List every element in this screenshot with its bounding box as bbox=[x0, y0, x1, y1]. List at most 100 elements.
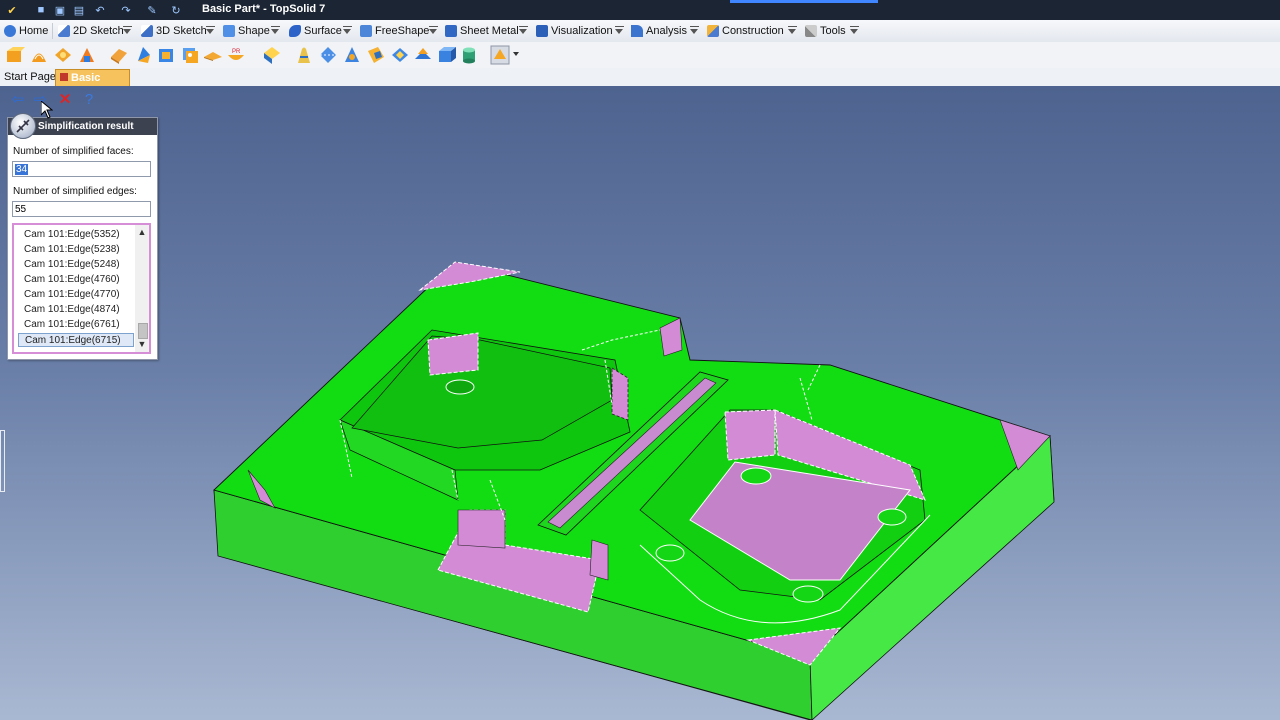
tools-icon bbox=[805, 25, 817, 37]
title-accent bbox=[730, 0, 878, 3]
menu-analysis-dropdown[interactable] bbox=[689, 26, 700, 36]
surface-icon bbox=[289, 25, 301, 37]
list-item[interactable]: Cam 101:Edge(5238) bbox=[18, 243, 134, 257]
edges-list[interactable]: Cam 101:Edge(5352) Cam 101:Edge(5238) Ca… bbox=[12, 223, 151, 354]
list-scrollbar[interactable]: ▲ ▼ bbox=[135, 225, 149, 352]
patch-surface-icon[interactable] bbox=[156, 45, 176, 65]
menu-construction-dropdown[interactable] bbox=[787, 26, 798, 36]
sew-surfaces-icon[interactable] bbox=[318, 45, 338, 65]
lofted-surface-icon[interactable] bbox=[77, 45, 97, 65]
menu-construction-label: Construction bbox=[722, 25, 784, 37]
sheet-metal-icon bbox=[445, 25, 457, 37]
untrim-surface-icon[interactable] bbox=[366, 45, 386, 65]
menu-freeshape-dropdown[interactable] bbox=[428, 26, 439, 36]
refresh-icon[interactable]: ↻ bbox=[168, 2, 184, 18]
tab-start-page[interactable]: Start Page bbox=[0, 69, 60, 86]
scroll-up-icon[interactable]: ▲ bbox=[137, 227, 147, 237]
list-item[interactable]: Cam 101:Edge(4760) bbox=[18, 273, 134, 287]
menu-sheet-metal[interactable]: Sheet Metal bbox=[443, 20, 519, 42]
surface-toolbar: PR bbox=[0, 42, 1280, 69]
menu-tools-dropdown[interactable] bbox=[849, 26, 860, 36]
edges-label: Number of simplified edges: bbox=[13, 186, 137, 197]
unfold-surface-icon[interactable]: PR bbox=[226, 45, 246, 65]
menu-surface[interactable]: Surface bbox=[287, 20, 342, 42]
tab-basic-part-icon bbox=[60, 73, 68, 81]
offset-surface-icon[interactable] bbox=[180, 45, 200, 65]
list-item[interactable]: Cam 101:Edge(5352) bbox=[18, 228, 134, 242]
undo-icon[interactable]: ↶ bbox=[92, 2, 108, 18]
box-surface-icon[interactable] bbox=[436, 45, 456, 65]
menu-2d-sketch[interactable]: 2D Sketch bbox=[56, 20, 124, 42]
close-icon[interactable]: ✕ bbox=[56, 92, 74, 108]
list-item-selected[interactable]: Cam 101:Edge(6715) bbox=[18, 333, 134, 347]
scroll-down-icon[interactable]: ▼ bbox=[137, 339, 147, 349]
trim-surface-icon[interactable] bbox=[342, 45, 362, 65]
faces-label: Number of simplified faces: bbox=[13, 146, 134, 157]
tab-basic-part[interactable]: Basic Part* bbox=[55, 69, 130, 101]
toolbar-overflow-arrow[interactable] bbox=[513, 52, 519, 56]
menu-tools[interactable]: Tools bbox=[803, 20, 846, 42]
menu-2d-sketch-dropdown[interactable] bbox=[122, 26, 133, 36]
save-icon[interactable]: ■ bbox=[33, 2, 49, 18]
window-title: Basic Part* - TopSolid 7 bbox=[202, 3, 326, 15]
menu-surface-dropdown[interactable] bbox=[342, 26, 353, 36]
boundary-surface-icon[interactable] bbox=[262, 45, 282, 65]
previous-arrow-icon[interactable]: ⇦ bbox=[9, 92, 27, 108]
menu-sheet-metal-dropdown[interactable] bbox=[518, 26, 529, 36]
menu-3d-sketch[interactable]: 3D Sketch bbox=[139, 20, 207, 42]
menu-tools-label: Tools bbox=[820, 25, 846, 37]
pen-icon[interactable]: ✎ bbox=[144, 2, 160, 18]
sketch-3d-icon bbox=[141, 25, 153, 37]
simplify-icon bbox=[10, 113, 36, 139]
home-icon bbox=[4, 25, 16, 37]
visualization-icon bbox=[536, 25, 548, 37]
menu-separator bbox=[52, 23, 53, 39]
menu-shape-dropdown[interactable] bbox=[270, 26, 281, 36]
extruded-surface-icon[interactable] bbox=[5, 45, 25, 65]
redo-icon[interactable]: ↷ bbox=[118, 2, 134, 18]
ruled-surface-icon[interactable] bbox=[109, 45, 129, 65]
menu-analysis[interactable]: Analysis bbox=[629, 20, 687, 42]
app-logo-icon[interactable]: ✔ bbox=[4, 2, 20, 18]
freeshape-icon bbox=[360, 25, 372, 37]
list-item[interactable]: Cam 101:Edge(4770) bbox=[18, 288, 134, 302]
list-item[interactable]: Cam 101:Edge(4874) bbox=[18, 303, 134, 317]
save-all-icon[interactable]: ▣ bbox=[52, 2, 68, 18]
panel-title: Simplification result bbox=[38, 121, 134, 132]
revolved-surface-icon[interactable] bbox=[29, 45, 49, 65]
ribbon-menu: Home 2D Sketch 3D Sketch Shape Surface F… bbox=[0, 20, 1280, 43]
reverse-normal-icon[interactable] bbox=[390, 45, 410, 65]
swept-surface-icon[interactable] bbox=[53, 45, 73, 65]
svg-text:PR: PR bbox=[232, 49, 241, 55]
extend-surface-icon[interactable] bbox=[203, 45, 223, 65]
list-item[interactable]: Cam 101:Edge(6761) bbox=[18, 318, 134, 332]
shell-to-surface-icon[interactable] bbox=[413, 45, 433, 65]
list-item[interactable]: Cam 101:Edge(5248) bbox=[18, 258, 134, 272]
surface-options-icon[interactable] bbox=[490, 45, 510, 65]
analysis-icon bbox=[631, 25, 643, 37]
menu-2d-sketch-label: 2D Sketch bbox=[73, 25, 124, 37]
fill-surface-icon[interactable] bbox=[134, 45, 154, 65]
menu-visualization-dropdown[interactable] bbox=[614, 26, 625, 36]
mouse-cursor-icon bbox=[41, 101, 53, 119]
menu-freeshape-label: FreeShape bbox=[375, 25, 430, 37]
menu-freeshape[interactable]: FreeShape bbox=[358, 20, 429, 42]
menu-3d-sketch-label: 3D Sketch bbox=[156, 25, 207, 37]
menu-construction[interactable]: Construction bbox=[705, 20, 784, 42]
print-icon[interactable]: ▤ bbox=[71, 2, 87, 18]
menu-shape[interactable]: Shape bbox=[221, 20, 270, 42]
graphics-viewport[interactable] bbox=[0, 86, 1280, 720]
menu-home[interactable]: Home bbox=[2, 20, 48, 42]
shape-icon bbox=[223, 25, 235, 37]
part-3d-model[interactable] bbox=[0, 86, 1280, 720]
cylinder-surface-icon[interactable] bbox=[459, 45, 479, 65]
scroll-thumb[interactable] bbox=[138, 323, 148, 339]
faces-count-field[interactable]: 34 bbox=[12, 161, 151, 177]
split-surface-icon[interactable] bbox=[294, 45, 314, 65]
help-icon[interactable]: ? bbox=[80, 92, 98, 108]
simplification-result-panel: Simplification result Number of simplifi… bbox=[7, 113, 158, 360]
edges-count-field[interactable]: 55 bbox=[12, 201, 151, 217]
menu-3d-sketch-dropdown[interactable] bbox=[205, 26, 216, 36]
sketch-2d-icon bbox=[58, 25, 70, 37]
menu-visualization[interactable]: Visualization bbox=[534, 20, 613, 42]
